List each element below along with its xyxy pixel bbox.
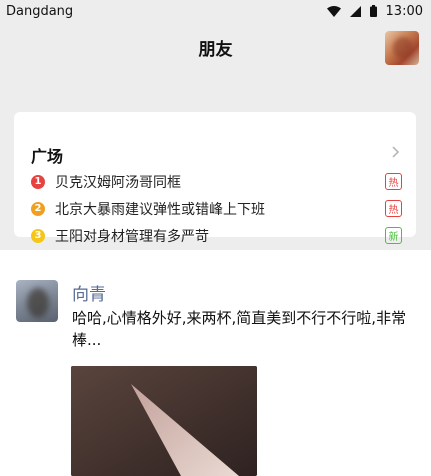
avatar-face	[393, 37, 413, 59]
top-nav-bar: 朋友	[0, 22, 431, 72]
wifi-icon	[326, 5, 341, 17]
rank-badge: 3	[31, 228, 45, 243]
hot-topic-item[interactable]: 1 贝克汉姆阿汤哥同框 热	[31, 168, 402, 195]
hot-topic-tag: 新	[385, 227, 402, 244]
status-bar: Dangdang 13:00	[0, 0, 431, 22]
hot-topic-list: 1 贝克汉姆阿汤哥同框热 2 北京大暴雨建议弹性或错峰上下班热 3 王阳对身材管理有多严苛…	[31, 168, 402, 249]
hot-topic-text: 贝克汉姆阿汤哥同框	[55, 174, 181, 191]
post-author-avatar[interactable]	[16, 280, 58, 322]
square-title: 广场	[31, 147, 64, 166]
post-photo[interactable]	[71, 366, 257, 476]
hot-topic-tag: 热	[385, 200, 402, 217]
hot-topic-text: 王阳对身材管理有多严苛	[55, 228, 209, 245]
rank-badge: 2	[31, 201, 45, 216]
page-title: 朋友	[198, 40, 233, 60]
post-text: 哈哈,心情格外好,来两杯,简直美到不行不行啦,非常棒...	[72, 309, 407, 349]
hot-topic-item[interactable]: 3 王阳对身材管理有多严苛 新	[31, 222, 402, 249]
post-author-name[interactable]: 向青	[72, 280, 106, 305]
my-avatar[interactable]	[385, 31, 419, 65]
moments-post: 向青 哈哈,心情格外好,来两杯,简直美到不行不行啦,非常棒...	[0, 250, 431, 476]
battery-icon	[369, 5, 377, 17]
status-icons: 13:00	[326, 3, 423, 19]
square-card[interactable]: 广场 1 贝克汉姆阿汤哥同框热 2 北京大暴雨建议弹性或错峰上下班热 3 王阳对身材管理有…	[14, 112, 416, 245]
square-section: 广场 1 贝克汉姆阿汤哥同框热 2 北京大暴雨建议弹性或错峰上下班热 3 王阳对身材管理有…	[0, 72, 431, 250]
chevron-right-icon	[392, 146, 400, 158]
hot-topic-tag: 热	[385, 173, 402, 190]
carrier-label: Dangdang	[6, 3, 74, 19]
hot-topic-text: 北京大暴雨建议弹性或错峰上下班	[55, 201, 265, 218]
cellular-signal-icon	[349, 5, 361, 17]
clock: 13:00	[385, 3, 423, 19]
avatar-face	[27, 288, 49, 318]
post-photo-content	[71, 366, 257, 476]
rank-badge: 1	[31, 174, 45, 189]
hot-topic-item[interactable]: 2 北京大暴雨建议弹性或错峰上下班 热	[31, 195, 402, 222]
